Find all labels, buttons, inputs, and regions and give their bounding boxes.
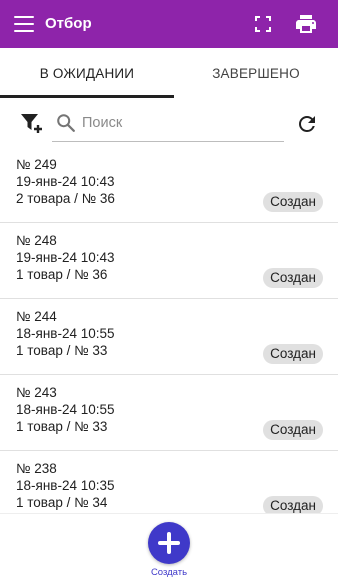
- filter-add-icon[interactable]: [20, 112, 46, 136]
- tab-completed[interactable]: ЗАВЕРШЕНО: [174, 48, 338, 98]
- order-details: 1 товар / № 33: [16, 419, 108, 434]
- refresh-icon[interactable]: [295, 112, 319, 136]
- tab-pending[interactable]: В ОЖИДАНИИ: [0, 48, 174, 98]
- order-number: № 244: [16, 309, 57, 324]
- print-icon[interactable]: [294, 12, 318, 36]
- order-details: 1 товар / № 33: [16, 343, 108, 358]
- search-input[interactable]: [82, 110, 280, 136]
- list-item[interactable]: № 244 18-янв-24 10:55 1 товар / № 33 Соз…: [0, 299, 338, 375]
- page-title: Отбор: [45, 15, 92, 32]
- order-datetime: 19-янв-24 10:43: [16, 250, 115, 265]
- list-item[interactable]: № 249 19-янв-24 10:43 2 товара / № 36 Со…: [0, 147, 338, 223]
- status-badge: Создан: [263, 344, 323, 364]
- list-item[interactable]: № 248 19-янв-24 10:43 1 товар / № 36 Соз…: [0, 223, 338, 299]
- status-badge: Создан: [263, 192, 323, 212]
- order-number: № 243: [16, 385, 57, 400]
- order-list: № 249 19-янв-24 10:43 2 товара / № 36 Со…: [0, 147, 338, 513]
- order-datetime: 18-янв-24 10:55: [16, 402, 115, 417]
- fullscreen-icon[interactable]: [254, 15, 272, 33]
- tab-bar: В ОЖИДАНИИ ЗАВЕРШЕНО: [0, 48, 338, 98]
- order-details: 1 товар / № 34: [16, 495, 108, 510]
- search-field: [52, 106, 284, 142]
- order-details: 2 товара / № 36: [16, 191, 115, 206]
- status-badge: Создан: [263, 268, 323, 288]
- order-datetime: 19-янв-24 10:43: [16, 174, 115, 189]
- create-button[interactable]: [148, 522, 190, 564]
- list-item[interactable]: № 238 18-янв-24 10:35 1 товар / № 34 Соз…: [0, 451, 338, 513]
- order-datetime: 18-янв-24 10:35: [16, 478, 115, 493]
- status-badge: Создан: [263, 420, 323, 440]
- order-number: № 238: [16, 461, 57, 476]
- search-icon: [57, 114, 75, 132]
- status-badge: Создан: [263, 496, 323, 513]
- order-datetime: 18-янв-24 10:55: [16, 326, 115, 341]
- menu-icon[interactable]: [14, 16, 34, 32]
- list-item[interactable]: № 243 18-янв-24 10:55 1 товар / № 33 Соз…: [0, 375, 338, 451]
- order-number: № 249: [16, 157, 57, 172]
- active-tab-indicator: [0, 95, 174, 98]
- order-details: 1 товар / № 36: [16, 267, 108, 282]
- order-number: № 248: [16, 233, 57, 248]
- app-bar: Отбор: [0, 0, 338, 48]
- create-button-label: Создать: [150, 567, 188, 578]
